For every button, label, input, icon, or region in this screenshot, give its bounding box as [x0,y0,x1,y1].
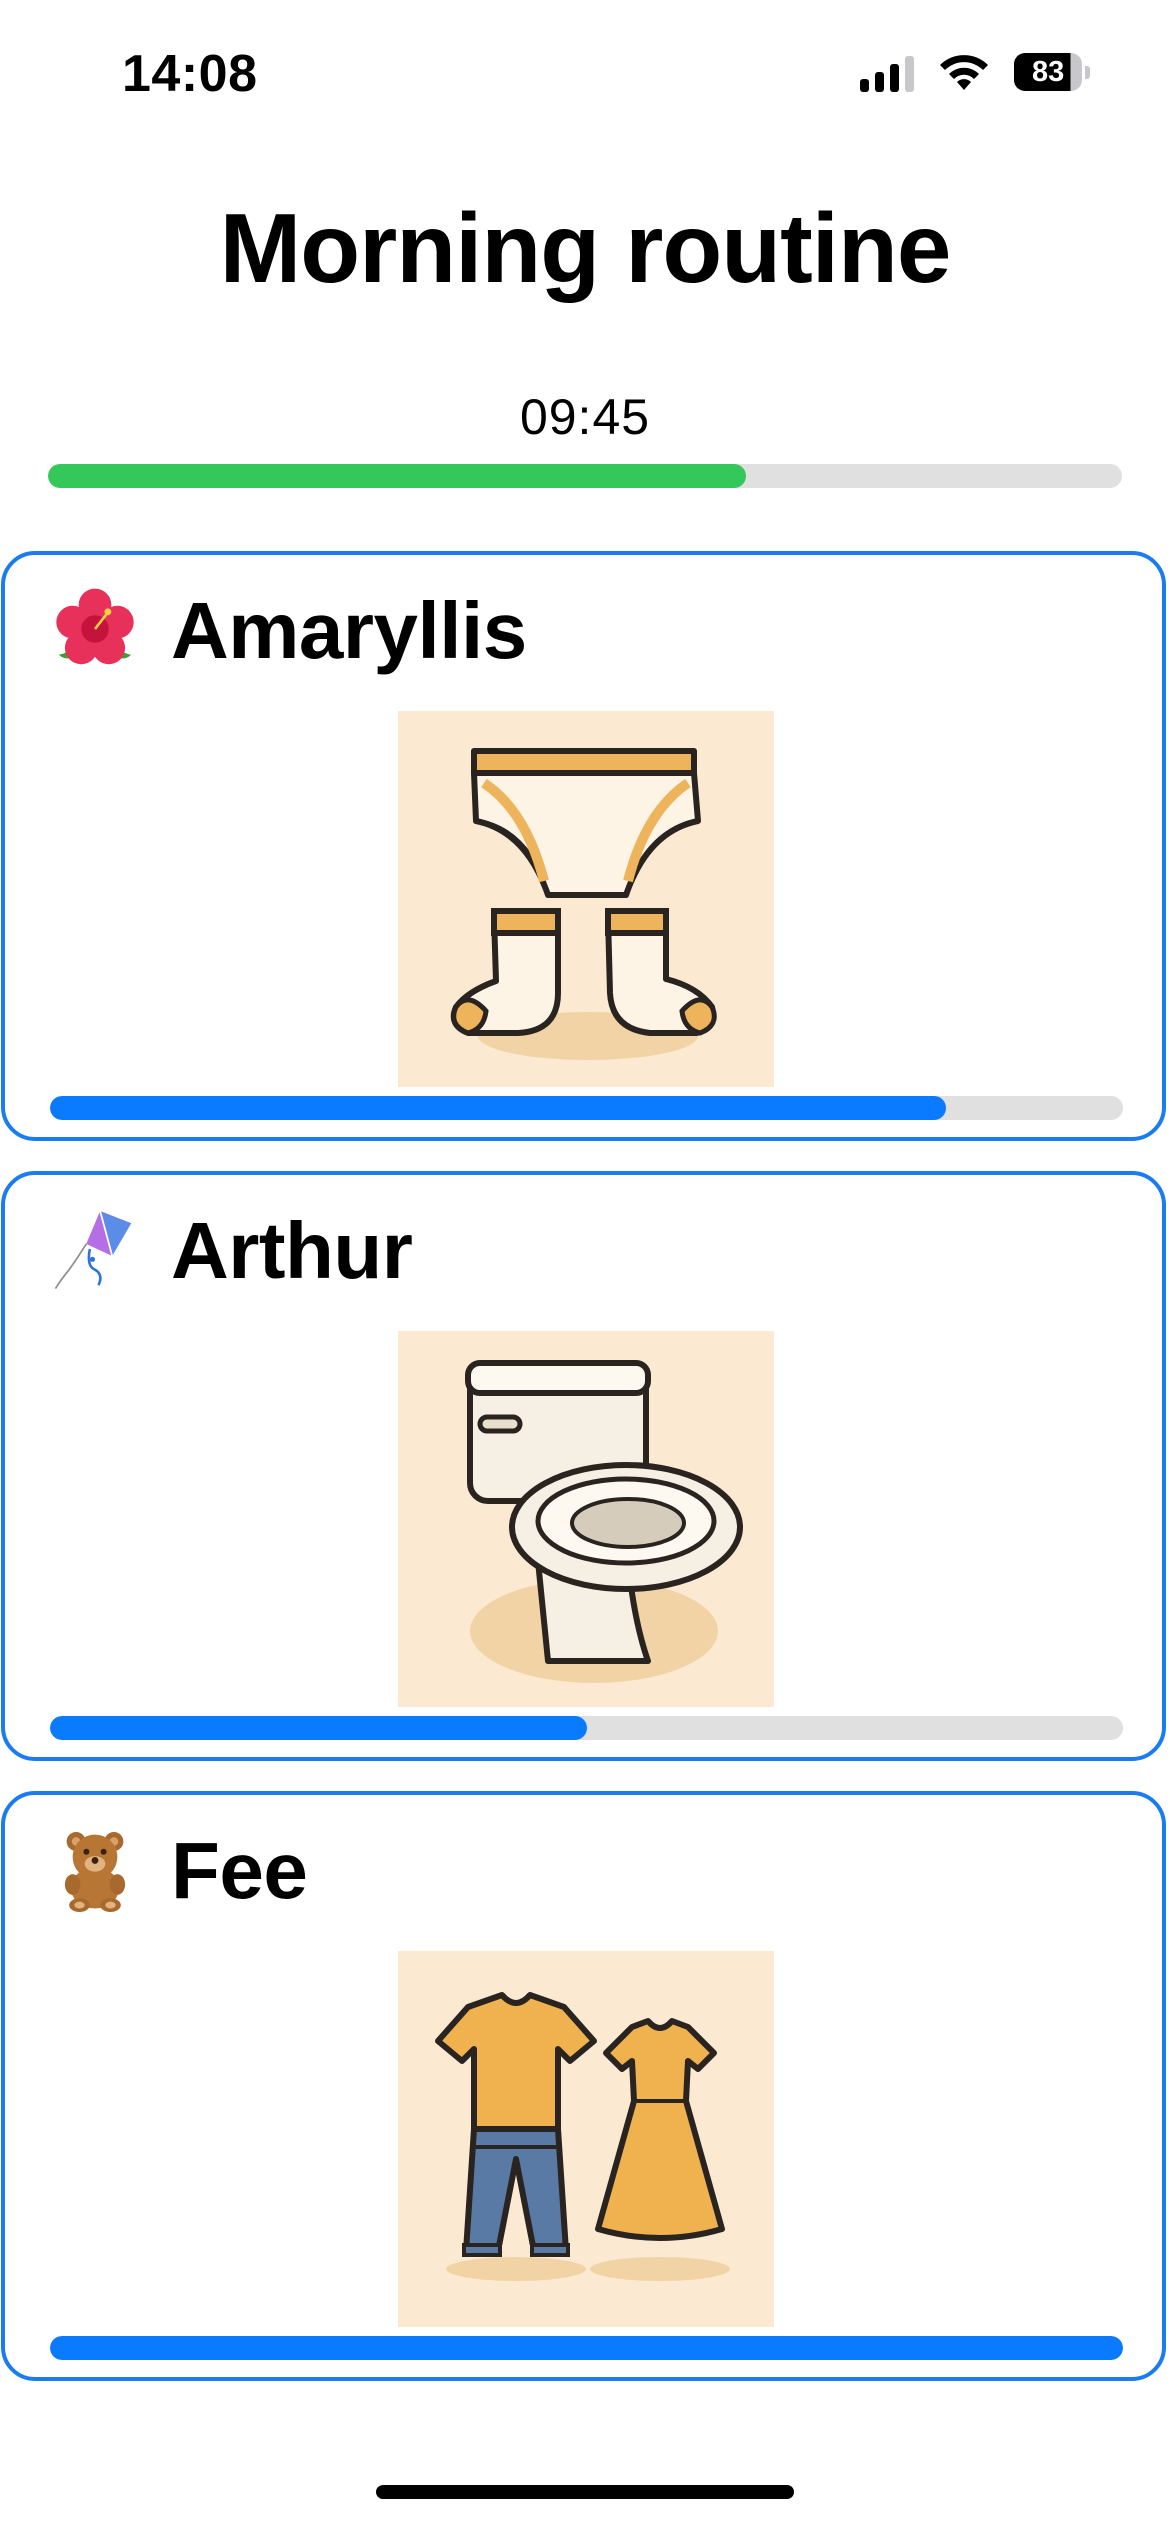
task-progress-fill [50,1716,587,1740]
status-time: 14:08 [122,45,258,103]
underwear-and-socks-icon[interactable] [398,711,774,1087]
task-progress-bar [50,1096,1123,1120]
task-progress-bar [50,2336,1123,2360]
status-bar: 14:08 83 [0,0,1170,150]
child-card-fee[interactable]: Fee [1,1791,1166,2381]
teddy-bear-icon [49,1823,141,1915]
clothes-icon[interactable] [398,1951,774,2327]
battery-icon: 83 [1014,53,1090,91]
wifi-icon [940,55,988,90]
countdown-timer: 09:45 [519,389,651,445]
routine-progress-fill [48,464,747,488]
battery-level: 83 [1014,53,1083,91]
hibiscus-icon [49,583,141,675]
toilet-icon[interactable] [398,1331,774,1707]
child-card-amaryllis[interactable]: Amaryllis [1,551,1166,1141]
child-name: Arthur [171,1206,413,1295]
kite-icon [49,1203,141,1295]
child-name: Fee [171,1826,308,1915]
child-card-arthur[interactable]: Arthur [1,1171,1166,1761]
task-progress-fill [50,2336,1123,2360]
task-progress-fill [50,1096,946,1120]
task-progress-bar [50,1716,1123,1740]
status-icons: 83 [860,52,1090,92]
cellular-signal-icon [860,52,914,92]
home-indicator[interactable] [376,2485,794,2499]
routine-progress-bar [48,464,1122,488]
page-title: Morning routine [219,193,952,303]
child-name: Amaryllis [171,586,527,675]
